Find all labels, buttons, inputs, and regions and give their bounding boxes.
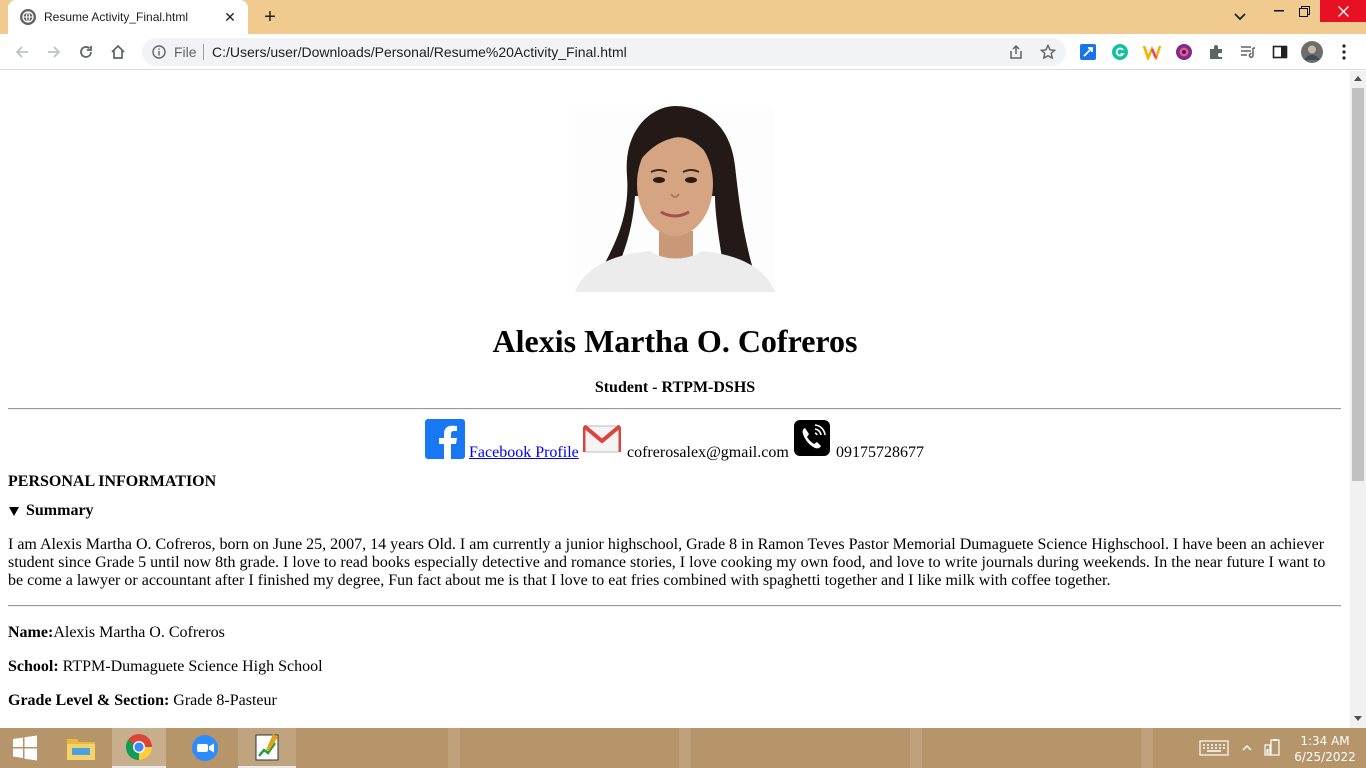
tab-strip: Resume Activity_Final.html ✕ + [0,0,1366,34]
side-panel-icon[interactable] [1270,42,1290,62]
windows-start-icon[interactable] [0,728,50,768]
field-value: RTPM-Dumaguete Science High School [58,658,323,675]
taskbar: 1:34 AM 6/25/2022 [0,728,1366,768]
phone-text: 09175728677 [836,444,924,461]
vertical-scrollbar[interactable] [1350,71,1366,728]
scroll-up-icon[interactable] [1354,76,1362,81]
browser-toolbar: File C:/Users/user/Downloads/Personal/Re… [0,34,1366,70]
taskbar-divider [1141,728,1153,768]
clock-date: 6/25/2022 [1294,750,1356,764]
summary-toggle[interactable]: Summary [8,502,94,520]
url-scheme: File [174,44,197,60]
taskbar-divider [448,728,460,768]
facebook-icon[interactable] [425,419,465,459]
menu-kebab-icon[interactable] [1334,42,1354,62]
url-text[interactable]: C:/Users/user/Downloads/Personal/Resume%… [212,44,627,60]
extension-circle-icon[interactable] [1174,42,1194,62]
chart-app-icon[interactable] [238,728,296,768]
share-icon[interactable] [1007,43,1025,61]
facebook-profile-link[interactable]: Facebook Profile [469,444,579,462]
field-label: Grade Level & Section: [8,692,170,709]
field-label: School: [8,658,59,675]
profile-avatar[interactable] [1301,41,1323,63]
zoom-icon[interactable] [180,728,230,768]
close-window-icon[interactable] [1320,0,1366,22]
field-label: Name: [8,624,54,641]
summary-label: Summary [26,502,94,519]
scroll-thumb[interactable] [1352,88,1364,481]
file-explorer-icon[interactable] [55,728,107,768]
media-queue-icon[interactable] [1238,42,1258,62]
field-name: Name:Alexis Martha O. Cofreros [8,624,225,642]
address-bar[interactable]: File C:/Users/user/Downloads/Personal/Re… [142,38,1066,66]
person-name: Alexis Martha O. Cofreros [492,323,858,359]
phone-icon [794,420,830,456]
field-grade: Grade Level & Section: Grade 8-Pasteur [8,692,277,710]
person-subtitle: Student - RTPM-DSHS [594,379,756,396]
bookmark-star-icon[interactable] [1039,43,1057,61]
profile-photo [575,106,775,292]
grammarly-icon[interactable] [1110,42,1130,62]
home-icon[interactable] [106,40,130,64]
clock-time: 1:34 AM [1300,734,1350,748]
reload-icon[interactable] [74,40,98,64]
extension-w-icon[interactable] [1142,42,1162,62]
address-separator [203,44,204,60]
disclosure-triangle-icon [9,506,19,516]
summary-text: I am Alexis Martha O. Cofreros, born on … [8,536,1326,589]
forward-icon[interactable] [42,40,66,64]
scroll-down-icon[interactable] [1354,716,1362,721]
new-tab-icon[interactable]: + [258,6,282,28]
chevron-up-icon[interactable] [1242,728,1252,768]
email-text: cofrerosalex@gmail.com [627,444,789,461]
tab-title: Resume Activity_Final.html [44,10,189,24]
field-value: Grade 8-Pasteur [169,692,277,709]
back-icon[interactable] [10,40,34,64]
taskbar-clock[interactable]: 1:34 AM 6/25/2022 [1290,733,1360,765]
email-icon [582,424,622,453]
page-viewport: Alexis Martha O. Cofreros Student - RTPM… [0,71,1350,728]
divider [8,605,1341,607]
info-icon[interactable] [152,45,166,64]
keyboard-icon[interactable] [1199,728,1229,768]
extensions-puzzle-icon[interactable] [1206,42,1226,62]
divider [8,408,1341,410]
browser-tab[interactable]: Resume Activity_Final.html ✕ [8,0,248,34]
close-tab-icon[interactable]: ✕ [220,7,240,27]
chrome-icon[interactable] [112,728,166,768]
globe-icon [20,9,36,25]
taskbar-divider [679,728,691,768]
section-heading: PERSONAL INFORMATION [8,473,217,490]
chevron-down-icon[interactable] [1230,8,1250,26]
field-value: Alexis Martha O. Cofreros [53,624,225,641]
field-school: School: RTPM-Dumaguete Science High Scho… [8,658,323,676]
taskbar-divider [910,728,922,768]
extension-blue-icon[interactable] [1078,42,1098,62]
battery-icon[interactable] [1263,728,1281,768]
